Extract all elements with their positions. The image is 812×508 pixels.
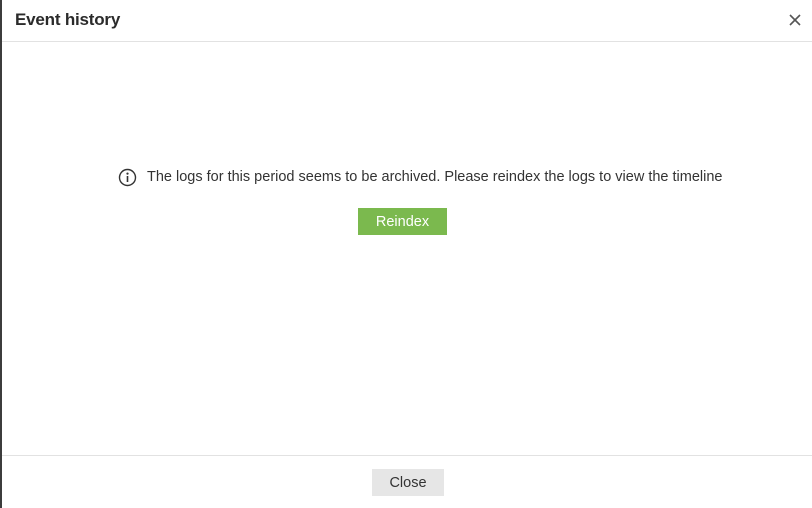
- event-history-dialog: Event history The logs for this period s…: [0, 0, 812, 508]
- close-button[interactable]: Close: [372, 469, 444, 496]
- message-text: The logs for this period seems to be arc…: [147, 169, 723, 185]
- dialog-header: Event history: [2, 0, 812, 42]
- dialog-footer: Close: [2, 455, 812, 508]
- info-icon: [118, 168, 137, 187]
- close-icon-glyph: [789, 14, 801, 26]
- close-icon[interactable]: [786, 11, 804, 29]
- reindex-button[interactable]: Reindex: [358, 208, 447, 235]
- dialog-title: Event history: [15, 10, 121, 29]
- window-edge: [0, 0, 2, 508]
- archived-logs-message: The logs for this period seems to be arc…: [118, 166, 722, 188]
